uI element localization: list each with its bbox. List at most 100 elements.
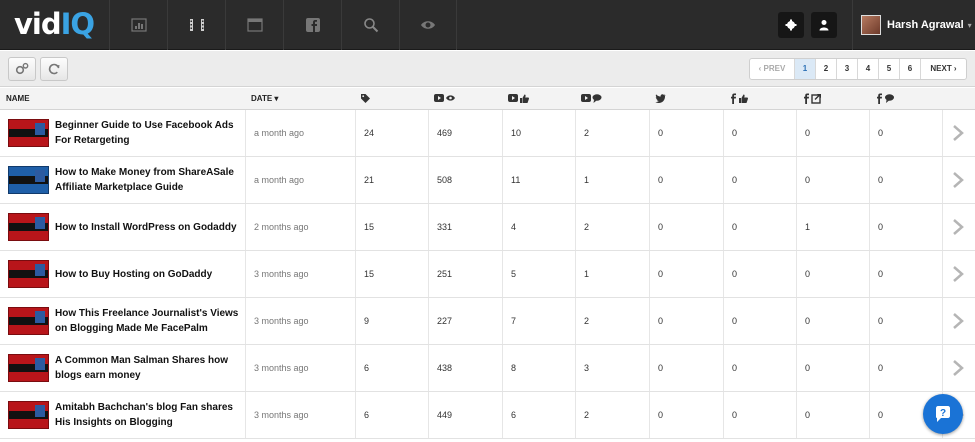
- cell-likes: 5: [502, 251, 575, 297]
- video-title[interactable]: Amitabh Bachchan's blog Fan shares His I…: [55, 400, 240, 430]
- column-header-fb-comments[interactable]: [875, 88, 895, 110]
- video-thumbnail[interactable]: [8, 307, 49, 335]
- video-thumbnail[interactable]: [8, 260, 49, 288]
- avatar: [861, 15, 881, 35]
- column-header-fb-shares[interactable]: [802, 88, 822, 110]
- cell-views: 331: [428, 204, 502, 250]
- table-row[interactable]: How to Buy Hosting on GoDaddy 3 months ag…: [0, 251, 975, 298]
- table-row[interactable]: How This Freelance Journalist's Views on…: [0, 298, 975, 345]
- cell-date: 3 months ago: [245, 345, 355, 391]
- column-header-date[interactable]: DATE ▾: [251, 88, 278, 110]
- cell-fb-likes: 0: [723, 392, 796, 438]
- toolbar: ‹ PREV 1 2 3 4 5 6 NEXT ›: [0, 51, 975, 87]
- cell-video: A Common Man Salman Shares how blogs ear…: [0, 345, 245, 391]
- nav-tab-stats[interactable]: [109, 0, 167, 50]
- cell-fb-comments: 0: [869, 251, 942, 297]
- thumbnail-face: [35, 405, 45, 417]
- page-button-3[interactable]: 3: [837, 59, 858, 79]
- nav-tab-channel[interactable]: [225, 0, 283, 50]
- table-row[interactable]: A Common Man Salman Shares how blogs ear…: [0, 345, 975, 392]
- chevron-down-icon: ▾: [967, 20, 972, 30]
- video-thumbnail[interactable]: [8, 119, 49, 147]
- chevron-right-icon[interactable]: [951, 313, 965, 329]
- nav-tab-videos[interactable]: [167, 0, 225, 50]
- column-header-fb-likes[interactable]: [729, 88, 749, 110]
- next-page-button[interactable]: NEXT ›: [921, 59, 966, 79]
- refresh-button[interactable]: [40, 57, 68, 81]
- column-header-views[interactable]: [434, 88, 456, 110]
- cell-date: 3 months ago: [245, 392, 355, 438]
- vidiq-logo[interactable]: vidIQ: [14, 6, 95, 42]
- page-button-5[interactable]: 5: [879, 59, 900, 79]
- cell-views: 251: [428, 251, 502, 297]
- cell-fb-shares: 0: [796, 251, 869, 297]
- table-row[interactable]: Beginner Guide to Use Facebook Ads For R…: [0, 110, 975, 157]
- cell-twitter: 0: [649, 110, 723, 156]
- facebook-comments-icon: [877, 93, 894, 105]
- cell-tags: 15: [355, 204, 428, 250]
- cell-likes: 6: [502, 392, 575, 438]
- pagination: ‹ PREV 1 2 3 4 5 6 NEXT ›: [749, 58, 967, 80]
- cell-fb-likes: 0: [723, 157, 796, 203]
- youtube-views-icon: [434, 94, 455, 103]
- video-thumbnail[interactable]: [8, 166, 49, 194]
- cell-video: How to Install WordPress on Godaddy: [0, 204, 245, 250]
- thumbnail-face: [35, 358, 45, 370]
- cell-fb-shares: 0: [796, 157, 869, 203]
- video-title[interactable]: How to Make Money from ShareASale Affili…: [55, 165, 240, 195]
- user-menu[interactable]: Harsh Agrawal ▾: [852, 0, 975, 50]
- cell-fb-likes: 0: [723, 204, 796, 250]
- page-button-4[interactable]: 4: [858, 59, 879, 79]
- chevron-right-icon[interactable]: [951, 172, 965, 188]
- nav-tab-watch[interactable]: [399, 0, 457, 50]
- eye-icon: [421, 21, 435, 29]
- cell-date: a month ago: [245, 157, 355, 203]
- settings-button[interactable]: [778, 12, 804, 38]
- twitter-icon: [655, 94, 666, 104]
- page-button-2[interactable]: 2: [816, 59, 837, 79]
- account-button[interactable]: [811, 12, 837, 38]
- cell-video: How This Freelance Journalist's Views on…: [0, 298, 245, 344]
- cell-twitter: 0: [649, 157, 723, 203]
- thumbnail-face: [35, 311, 45, 323]
- table-row[interactable]: How to Install WordPress on Godaddy 2 mon…: [0, 204, 975, 251]
- column-header-name[interactable]: NAME: [6, 88, 30, 110]
- video-title[interactable]: How to Buy Hosting on GoDaddy: [55, 267, 240, 282]
- chevron-right-icon[interactable]: [951, 125, 965, 141]
- column-header-likes[interactable]: [508, 88, 530, 110]
- video-title[interactable]: Beginner Guide to Use Facebook Ads For R…: [55, 118, 240, 148]
- chevron-right-icon[interactable]: [951, 219, 965, 235]
- chevron-right-icon[interactable]: [951, 360, 965, 376]
- video-thumbnail[interactable]: [8, 401, 49, 429]
- facebook-shares-icon: [804, 93, 821, 105]
- prev-page-button[interactable]: ‹ PREV: [750, 59, 795, 79]
- page-button-1[interactable]: 1: [795, 59, 816, 79]
- nav-tab-facebook[interactable]: [283, 0, 341, 50]
- video-title[interactable]: How to Install WordPress on Godaddy: [55, 220, 240, 235]
- page-button-6[interactable]: 6: [900, 59, 921, 79]
- cell-fb-likes: 0: [723, 298, 796, 344]
- cell-date: 2 months ago: [245, 204, 355, 250]
- column-header-tags[interactable]: [360, 88, 371, 110]
- table-row[interactable]: How to Make Money from ShareASale Affili…: [0, 157, 975, 204]
- cell-fb-comments: 0: [869, 110, 942, 156]
- column-header-comments[interactable]: [581, 88, 603, 110]
- column-header-twitter[interactable]: [655, 88, 666, 110]
- cell-date: 3 months ago: [245, 298, 355, 344]
- video-title[interactable]: How This Freelance Journalist's Views on…: [55, 306, 240, 336]
- cell-date: a month ago: [245, 110, 355, 156]
- help-chat-button[interactable]: ?: [923, 394, 963, 434]
- chevron-right-icon[interactable]: [951, 266, 965, 282]
- logo-text-vid: vid: [14, 7, 62, 41]
- options-button[interactable]: [8, 57, 36, 81]
- video-thumbnail[interactable]: [8, 213, 49, 241]
- video-thumbnail[interactable]: [8, 354, 49, 382]
- table-row[interactable]: Amitabh Bachchan's blog Fan shares His I…: [0, 392, 975, 439]
- cell-fb-shares: 0: [796, 298, 869, 344]
- chat-help-icon: ?: [936, 406, 950, 422]
- video-title[interactable]: A Common Man Salman Shares how blogs ear…: [55, 353, 240, 383]
- cell-date: 3 months ago: [245, 251, 355, 297]
- nav-tab-search[interactable]: [341, 0, 399, 50]
- cell-tags: 6: [355, 392, 428, 438]
- cell-twitter: 0: [649, 298, 723, 344]
